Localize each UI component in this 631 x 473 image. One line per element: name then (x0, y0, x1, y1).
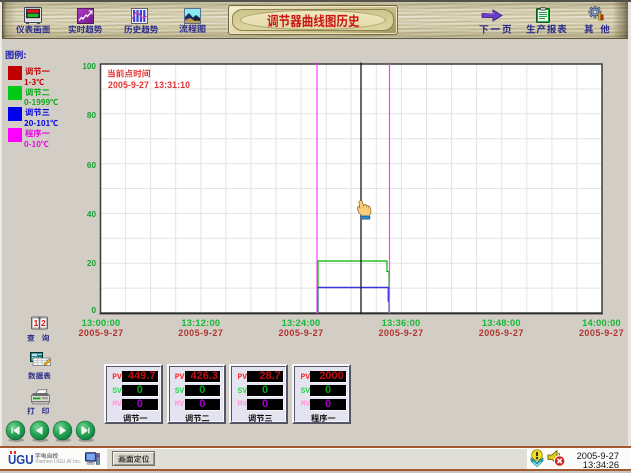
svg-text:2: 2 (41, 318, 46, 328)
svg-text:1: 1 (34, 318, 39, 328)
